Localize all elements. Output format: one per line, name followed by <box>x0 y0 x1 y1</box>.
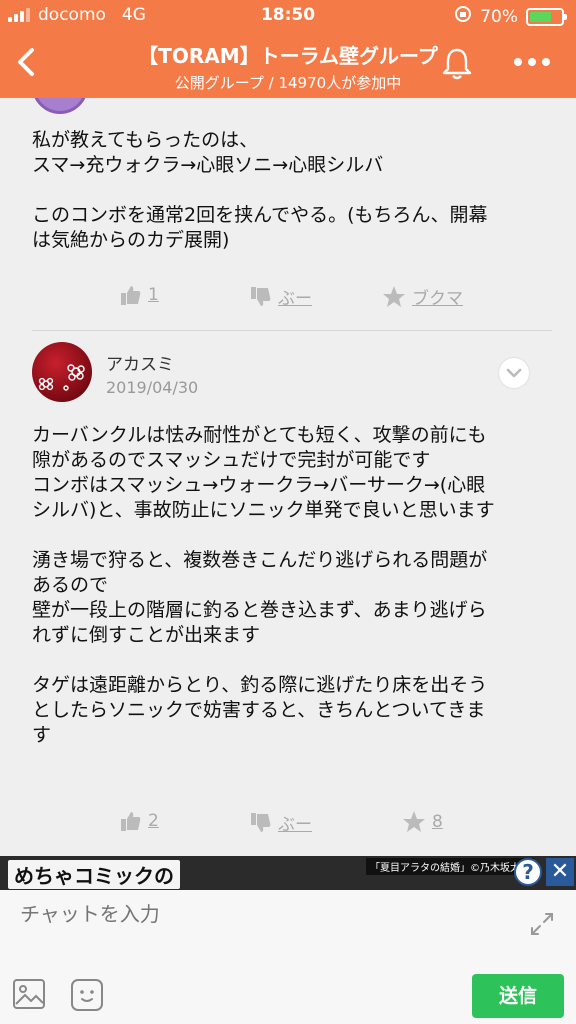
thumbs-down-icon <box>251 812 271 832</box>
like-count: 1 <box>148 285 159 305</box>
boo-button[interactable]: ぶー <box>250 810 312 835</box>
ad-banner[interactable]: めちゃコミックの 「夏目アラタの結婚」©乃木坂太郎 ? ✕ <box>0 856 576 890</box>
chat-input[interactable] <box>20 904 500 927</box>
avatar[interactable] <box>32 342 92 402</box>
avatar[interactable] <box>32 98 88 114</box>
group-title-block: 【TORAM】トーラム壁グループ 公開グループ / 14970人が参加中 <box>80 40 496 93</box>
group-title: 【TORAM】トーラム壁グループ <box>138 44 438 68</box>
ad-close-button[interactable]: ✕ <box>546 858 574 886</box>
boo-label: ぶー <box>278 289 312 309</box>
app-header: docomo 4G 18:50 70% 【TORAM】トーラム壁グループ 公開グ… <box>0 0 576 98</box>
thumbs-up-icon <box>121 812 141 831</box>
ad-caption: 「夏目アラタの結婚」©乃木坂太郎 <box>366 858 534 875</box>
image-upload-icon[interactable] <box>12 978 46 1010</box>
like-button[interactable]: 2 <box>120 810 159 832</box>
rotation-lock-icon <box>454 5 472 28</box>
post-actions: 2 ぶー 8 <box>0 810 576 842</box>
author-name[interactable]: アカスミ <box>106 350 174 375</box>
like-count: 2 <box>148 811 159 831</box>
flower-avatar-image <box>38 364 85 391</box>
post-text: カーバンクルは怯み耐性がとても短く、攻撃の前にも 隙があるのでスマッシュだけで完… <box>32 424 495 746</box>
thumbs-up-icon <box>121 286 141 305</box>
ad-help-button[interactable]: ? <box>514 858 542 886</box>
post-date: 2019/04/30 <box>106 378 199 397</box>
chevron-down-icon <box>506 368 522 378</box>
battery-icon <box>526 7 567 26</box>
bookmark-count: 8 <box>432 812 443 832</box>
bookmark-button[interactable]: 8 <box>402 810 443 834</box>
status-bar: docomo 4G 18:50 70% <box>0 0 576 30</box>
like-button[interactable]: 1 <box>120 284 159 306</box>
battery-percent: 70% <box>480 6 518 27</box>
bookmark-label: ブクマ <box>412 289 463 309</box>
message-feed[interactable]: 私が教えてもらったのは、 スマ→充ウォクラ→心眼ソニ→心眼シルバ このコンボを通… <box>0 98 576 856</box>
sticker-icon[interactable] <box>70 978 104 1012</box>
expand-icon[interactable] <box>528 910 556 938</box>
ad-title: めちゃコミックの <box>8 860 180 889</box>
post-divider <box>32 330 552 331</box>
bookmark-button[interactable]: ブクマ <box>382 284 463 309</box>
bell-icon[interactable] <box>438 44 476 82</box>
back-button[interactable] <box>10 40 42 84</box>
more-menu-button[interactable] <box>514 52 554 72</box>
send-button[interactable]: 送信 <box>472 974 564 1018</box>
thumbs-down-icon <box>251 286 271 306</box>
group-subtitle: 公開グループ / 14970人が参加中 <box>174 74 402 92</box>
post-actions: 1 ぶー ブクマ <box>0 284 576 316</box>
star-icon <box>403 811 425 832</box>
chat-composer: 送信 <box>0 890 576 1024</box>
post-text: 私が教えてもらったのは、 スマ→充ウォクラ→心眼ソニ→心眼シルバ このコンボを通… <box>32 129 488 251</box>
star-icon <box>383 285 405 307</box>
boo-button[interactable]: ぶー <box>250 284 312 309</box>
post-options-button[interactable] <box>499 358 529 388</box>
boo-label: ぶー <box>278 815 312 835</box>
